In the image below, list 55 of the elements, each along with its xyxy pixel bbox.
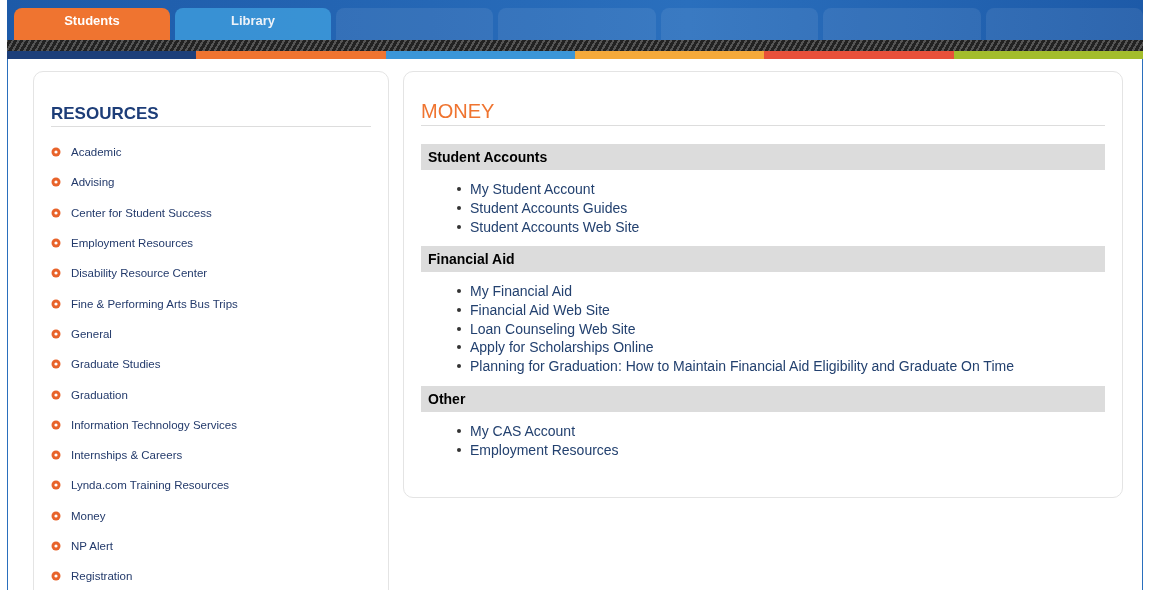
sidebar-link[interactable]: Registration	[71, 570, 133, 583]
bullet-icon	[457, 326, 461, 331]
sidebar-link[interactable]: Graduation	[71, 388, 128, 401]
sidebar-link[interactable]: Center for Student Success	[71, 206, 212, 219]
ring-icon	[51, 480, 61, 491]
sidebar-link[interactable]: Fine & Performing Arts Bus Trips	[71, 297, 238, 310]
ring-icon	[51, 147, 61, 158]
bullet-icon	[457, 364, 461, 369]
ring-icon	[51, 389, 61, 400]
sidebar-link[interactable]: Money	[71, 509, 106, 522]
ring-icon	[51, 328, 61, 339]
ring-icon	[51, 571, 61, 582]
ring-icon	[51, 359, 61, 370]
resource-link[interactable]: Financial Aid Web Site	[470, 302, 610, 319]
ring-icon	[51, 450, 61, 461]
resource-link[interactable]: My Student Account	[470, 181, 595, 198]
bullet-icon	[457, 206, 461, 211]
resource-link[interactable]: Student Accounts Guides	[470, 200, 628, 217]
resource-link[interactable]: My CAS Account	[470, 422, 576, 439]
ring-icon	[51, 207, 61, 218]
sidebar-link[interactable]: NP Alert	[71, 540, 113, 552]
bullet-icon	[457, 345, 461, 350]
ring-icon	[51, 177, 61, 188]
resource-link[interactable]: My Financial Aid	[470, 283, 572, 300]
section-heading: Financial Aid	[421, 246, 1105, 273]
bullet-icon	[457, 224, 461, 229]
resource-link[interactable]: Planning for Graduation: How to Maintain Financial Aid Eligibility and Graduate On Time	[470, 358, 1014, 375]
ring-icon	[51, 510, 61, 521]
sidebar-link[interactable]: General	[71, 327, 112, 340]
sidebar-link[interactable]: Lynda.com Training Resources	[71, 479, 230, 492]
bullet-icon	[457, 187, 461, 192]
sidebar-link[interactable]: Graduate Studies	[71, 358, 161, 371]
resource-link[interactable]: Student Accounts Web Site	[470, 218, 640, 235]
section-heading: Other	[421, 385, 1105, 412]
sidebar-title: RESOURCES	[51, 104, 371, 127]
sidebar-link[interactable]: Academic	[71, 146, 122, 159]
bullet-icon	[457, 308, 461, 313]
sidebar-link[interactable]: Advising	[71, 176, 115, 189]
ring-icon	[51, 419, 61, 430]
bullet-icon	[457, 428, 461, 433]
bullet-icon	[457, 289, 461, 294]
page-title: MONEY	[421, 100, 1105, 126]
section-heading: Student Accounts	[421, 144, 1105, 170]
resource-link[interactable]: Employment Resources	[470, 441, 619, 458]
ring-icon	[51, 238, 61, 249]
sidebar-link[interactable]: Disability Resource Center	[71, 267, 208, 280]
resource-link[interactable]: Apply for Scholarships Online	[470, 339, 654, 356]
sidebar-link[interactable]: Information Technology Services	[71, 418, 237, 431]
resource-link[interactable]: Loan Counseling Web Site	[470, 320, 636, 337]
sidebar-link[interactable]: Employment Resources	[71, 237, 194, 250]
ring-icon	[51, 298, 61, 309]
ring-icon	[51, 268, 61, 279]
sidebar-link[interactable]: Internships & Careers	[71, 449, 183, 462]
bullet-icon	[457, 447, 461, 452]
ring-icon	[51, 541, 61, 551]
